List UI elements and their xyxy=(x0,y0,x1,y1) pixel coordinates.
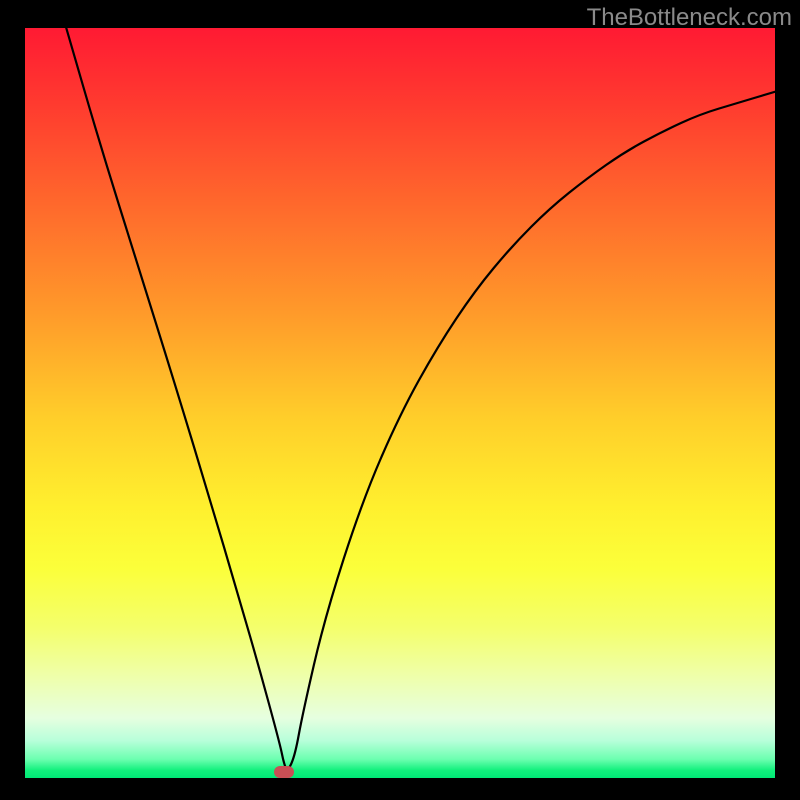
chart-curve xyxy=(25,28,775,778)
watermark-text: TheBottleneck.com xyxy=(587,4,792,32)
chart-plot-area xyxy=(25,28,775,778)
chart-minimum-marker xyxy=(274,766,294,778)
